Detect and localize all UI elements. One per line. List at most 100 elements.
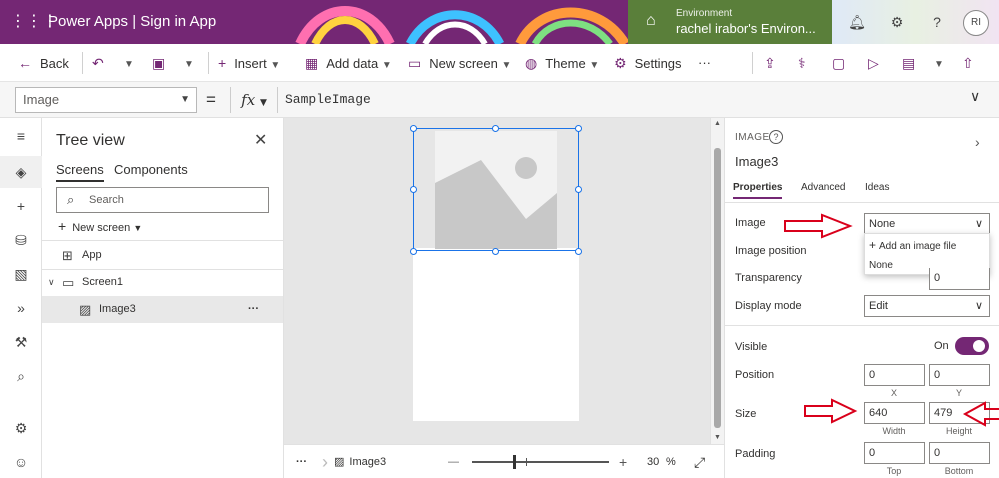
control-name[interactable]: Image3 <box>735 154 778 169</box>
comments-button[interactable]: ▢ <box>832 44 853 82</box>
tab-components[interactable]: Components <box>114 162 188 177</box>
scroll-up-icon[interactable]: ▲ <box>714 120 721 127</box>
environment-picker[interactable]: ⌂ Environment rachel irabor's Environ... <box>628 0 832 44</box>
transparency-input[interactable]: 0 <box>929 268 990 290</box>
save-menu-button[interactable]: ▼ <box>934 44 944 82</box>
width-input[interactable]: 640 <box>864 402 925 424</box>
publish-button[interactable]: ⇧ <box>962 44 982 82</box>
canvas[interactable] <box>284 118 710 444</box>
selected-control-breadcrumb[interactable]: ▨ Image3 <box>334 445 386 478</box>
image-control-selection[interactable] <box>413 128 579 251</box>
plus-icon[interactable]: + <box>11 196 31 216</box>
help-icon[interactable]: ? <box>769 130 783 144</box>
database-icon[interactable]: ⛁ <box>11 230 31 250</box>
y-caption: Y <box>955 388 962 398</box>
resize-handle[interactable] <box>410 186 417 193</box>
more-options-icon[interactable]: ··· <box>248 296 259 323</box>
tab-advanced[interactable]: Advanced <box>801 182 845 193</box>
app-checker-button[interactable]: ⚕ <box>798 44 814 82</box>
resize-handle[interactable] <box>492 248 499 255</box>
bell-icon[interactable]: 🔔︎ <box>847 12 867 32</box>
resize-handle[interactable] <box>410 248 417 255</box>
resize-handle[interactable] <box>410 125 417 132</box>
undo-icon: ↶ <box>92 55 104 71</box>
plus-icon: + <box>869 238 877 252</box>
search-input[interactable]: ⌕ Search <box>56 187 269 213</box>
new-screen-icon: ▭ <box>408 55 422 71</box>
visible-toggle[interactable] <box>955 337 989 355</box>
insert-button[interactable]: + Insert ▼ <box>218 44 280 82</box>
share-button[interactable]: ⇪ <box>764 44 784 82</box>
search-placeholder: Search <box>89 194 124 206</box>
control-type-label: IMAGE <box>735 132 770 143</box>
gear-icon[interactable]: ⚙ <box>11 418 31 438</box>
app-screen[interactable] <box>413 248 579 421</box>
chevron-down-icon[interactable]: ∨ <box>48 269 55 296</box>
menu-item-none[interactable]: None <box>869 260 893 271</box>
layers-icon[interactable]: ◈ <box>11 162 31 182</box>
palette-icon: ◍ <box>525 55 538 71</box>
padding-top-input[interactable]: 0 <box>864 442 925 464</box>
virtual-agent-icon[interactable]: ☺ <box>11 452 31 472</box>
menu-item-add-image[interactable]: + Add an image file <box>869 238 956 252</box>
settings-button[interactable]: ⚙ Settings <box>614 44 682 82</box>
add-data-button[interactable]: ▦ Add data ▼ <box>305 44 392 82</box>
undo-button[interactable]: ↶ <box>92 44 112 82</box>
canvas-vertical-scrollbar[interactable]: ▲ ▼ <box>710 118 724 444</box>
paste-button[interactable]: ▣ <box>152 44 173 82</box>
hamburger-icon[interactable]: ≡ <box>11 126 31 146</box>
tab-screens[interactable]: Screens <box>56 162 104 182</box>
app-launcher-icon[interactable]: ⋮⋮⋮ <box>10 12 58 32</box>
position-y-input[interactable]: 0 <box>929 364 990 386</box>
tree-node-app[interactable]: ⊞ App <box>42 242 283 269</box>
media-icon[interactable]: ▧ <box>11 264 31 284</box>
back-button[interactable]: ← Back <box>18 44 69 82</box>
fit-to-window-icon[interactable]: ⤢ <box>694 445 705 478</box>
position-x-input[interactable]: 0 <box>864 364 925 386</box>
left-rail: ≡ ◈ + ⛁ ▧ » ⚒ ⌕ ⚙ ☺ <box>0 118 42 478</box>
avatar[interactable]: RI <box>963 10 989 36</box>
more-commands-button[interactable]: ··· <box>698 44 711 82</box>
zoom-slider[interactable] <box>472 455 609 469</box>
padding-bottom-input[interactable]: 0 <box>929 442 990 464</box>
scrollbar-thumb[interactable] <box>714 148 721 428</box>
save-button[interactable]: ▤ <box>902 44 923 82</box>
paste-menu-button[interactable]: ▼ <box>184 44 194 82</box>
zoom-out-button[interactable]: — <box>448 445 459 478</box>
undo-menu-button[interactable]: ▼ <box>124 44 134 82</box>
tree-node-image3[interactable]: ▨ Image3 ··· <box>42 296 283 323</box>
tab-ideas[interactable]: Ideas <box>865 182 889 193</box>
formula-input[interactable]: SampleImage <box>285 87 371 113</box>
preview-button[interactable]: ▷ <box>868 44 887 82</box>
display-mode-label: Display mode <box>735 300 802 312</box>
app-title: Power Apps | Sign in App <box>48 13 217 30</box>
table-icon: ▦ <box>305 55 319 71</box>
new-screen-button[interactable]: ▭ New screen ▼ <box>408 44 511 82</box>
tools-icon[interactable]: ⚒ <box>11 332 31 352</box>
chevron-right-icon[interactable]: › <box>975 134 980 150</box>
image-select[interactable]: None ∨ <box>864 213 990 235</box>
resize-handle[interactable] <box>492 125 499 132</box>
display-mode-select[interactable]: Edit ∨ <box>864 295 990 317</box>
function-button[interactable]: fx ▼ <box>230 87 278 113</box>
expand-formula-icon[interactable]: ∨ <box>970 88 980 105</box>
resize-handle[interactable] <box>575 186 582 193</box>
status-more-button[interactable]: ··· <box>296 445 307 478</box>
theme-button[interactable]: ◍ Theme ▼ <box>525 44 599 82</box>
tab-properties[interactable]: Properties <box>733 182 783 199</box>
zoom-slider-thumb[interactable] <box>513 455 516 469</box>
height-input[interactable]: 479 <box>929 402 990 424</box>
gear-icon[interactable]: ⚙ <box>887 12 907 32</box>
new-screen-tree-button[interactable]: + New screen ▼ <box>58 218 142 234</box>
power-automate-icon[interactable]: » <box>11 298 31 318</box>
close-icon[interactable]: ✕ <box>254 130 267 150</box>
tree-node-screen1[interactable]: ∨ ▭ Screen1 <box>42 269 283 296</box>
resize-handle[interactable] <box>575 248 582 255</box>
resize-handle[interactable] <box>575 125 582 132</box>
help-icon[interactable]: ? <box>927 12 947 32</box>
save-icon: ▤ <box>902 55 916 71</box>
zoom-in-button[interactable]: + <box>619 445 627 478</box>
search-icon[interactable]: ⌕ <box>11 366 31 386</box>
property-selector[interactable]: Image ▼ <box>15 87 197 113</box>
scroll-down-icon[interactable]: ▼ <box>714 434 721 441</box>
